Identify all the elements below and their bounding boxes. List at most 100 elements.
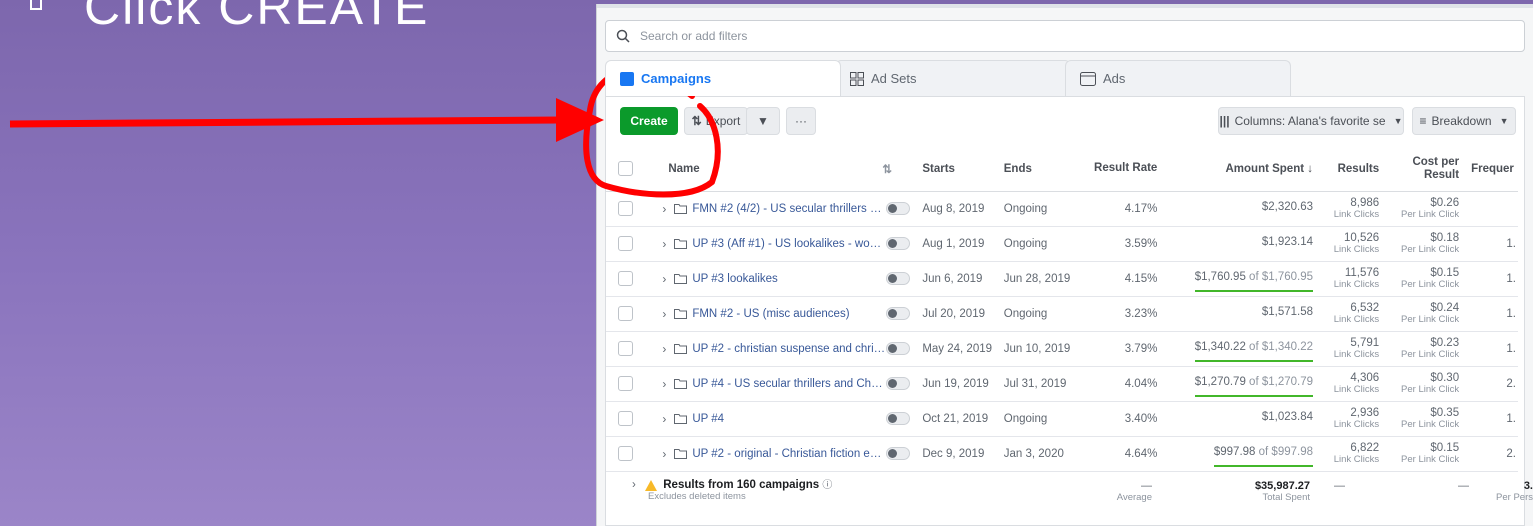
row-checkbox-cell[interactable]	[606, 191, 649, 227]
table-row[interactable]: › UP #4 Oct 21, 2019 Ongoing 3.40% $1,023.84 2…	[606, 401, 1526, 437]
chevron-right-icon[interactable]: ›	[662, 237, 666, 251]
search-bar[interactable]: Search or add filters	[605, 20, 1525, 52]
search-input[interactable]: Search or add filters	[640, 29, 747, 43]
campaign-toggle[interactable]	[886, 412, 911, 425]
row-cost: $0.15	[1430, 267, 1460, 279]
row-checkbox-cell[interactable]	[606, 261, 649, 297]
campaign-name-link[interactable]: UP #4 - US secular thrillers and Christi…	[692, 378, 886, 390]
header-result-rate[interactable]: Result Rate	[1089, 147, 1162, 192]
export-dropdown-button[interactable]: ▼	[746, 107, 780, 135]
row-result-rate: 3.23%	[1089, 296, 1162, 332]
export-button[interactable]: ⇅ Export	[684, 107, 748, 135]
breakdown-button[interactable]: ≡ Breakdown ▼	[1412, 107, 1516, 135]
campaign-toggle[interactable]	[886, 272, 911, 285]
row-cost-unit: Per Link Click	[1401, 384, 1460, 395]
table-row[interactable]: › UP #2 - christian suspense and christi.…	[606, 331, 1526, 367]
campaign-toggle[interactable]	[886, 237, 911, 250]
campaign-toggle[interactable]	[886, 447, 911, 460]
header-starts[interactable]: Starts	[918, 147, 1000, 192]
row-ends: Jan 3, 2020	[999, 436, 1090, 472]
row-starts: Dec 9, 2019	[918, 436, 1000, 472]
row-name-cell[interactable]: › UP #3 lookalikes	[648, 261, 919, 297]
row-checkbox-cell[interactable]	[606, 296, 649, 332]
row-cost: $0.30	[1430, 372, 1460, 384]
chevron-right-icon[interactable]: ›	[662, 412, 666, 426]
row-checkbox[interactable]	[618, 306, 633, 321]
row-cost-unit: Per Link Click	[1401, 349, 1460, 360]
table-row[interactable]: › FMN #2 - US (misc audiences) Jul 20, 201…	[606, 296, 1526, 332]
row-amount-spent: $1,571.58	[1262, 306, 1313, 322]
row-name-cell[interactable]: › UP #2 - original - Christian fiction eb…	[648, 436, 919, 472]
row-checkbox[interactable]	[618, 201, 633, 216]
slide-title-text: Click CREATE	[84, 0, 430, 35]
row-checkbox-cell[interactable]	[606, 226, 649, 262]
row-cost-cell: $0.15 Per Link Click	[1383, 436, 1464, 472]
campaign-name-link[interactable]: FMN #2 - US (misc audiences)	[692, 308, 849, 320]
table-row[interactable]: › UP #2 - original - Christian fiction eb…	[606, 436, 1526, 472]
row-name-cell[interactable]: › UP #2 - christian suspense and christi.…	[648, 331, 919, 367]
tab-ad-sets[interactable]: Ad Sets	[835, 60, 1071, 96]
row-name-cell[interactable]: › FMN #2 - US (misc audiences)	[648, 296, 919, 332]
row-name-cell[interactable]: › UP #3 (Aff #1) - US lookalikes - women	[648, 226, 919, 262]
toolbar: Create ⇅ Export ▼ ··· ||| Columns: Alana's…	[606, 97, 1524, 147]
header-results[interactable]: Results	[1317, 147, 1384, 192]
table-row[interactable]: › FMN #2 (4/2) - US secular thrillers and…	[606, 191, 1526, 227]
row-frequency: 1.	[1463, 226, 1518, 262]
columns-icon: |||	[1219, 114, 1230, 128]
campaign-toggle[interactable]	[886, 307, 911, 320]
chevron-right-icon[interactable]: ›	[662, 272, 666, 286]
table-row[interactable]: › UP #4 - US secular thrillers and Christ…	[606, 366, 1526, 402]
caret-down-icon: ▼	[1499, 116, 1509, 126]
row-amount-spent-cell: $1,340.22 of $1,340.22	[1161, 331, 1318, 367]
campaign-name-link[interactable]: UP #2 - original - Christian fiction ebo…	[692, 448, 886, 460]
more-options-button[interactable]: ···	[786, 107, 816, 135]
header-amount-spent[interactable]: Amount Spent ↓	[1161, 147, 1318, 192]
campaign-name-link[interactable]: UP #3 lookalikes	[692, 273, 777, 285]
row-checkbox-cell[interactable]	[606, 331, 649, 367]
row-checkbox[interactable]	[618, 236, 633, 251]
select-all-checkbox[interactable]	[618, 161, 633, 177]
row-name-cell[interactable]: › FMN #2 (4/2) - US secular thrillers and…	[648, 191, 919, 227]
header-ends[interactable]: Ends	[999, 147, 1090, 192]
chevron-right-icon[interactable]: ›	[662, 342, 666, 356]
row-frequency: 1.	[1463, 331, 1518, 367]
campaign-toggle[interactable]	[886, 342, 911, 355]
row-checkbox-cell[interactable]	[606, 366, 649, 402]
header-frequency[interactable]: Frequer	[1463, 147, 1518, 192]
row-checkbox[interactable]	[618, 271, 633, 286]
row-checkbox[interactable]	[618, 376, 633, 391]
tab-ads[interactable]: Ads	[1065, 60, 1291, 96]
select-all-cell[interactable]	[606, 147, 649, 192]
row-checkbox[interactable]	[618, 411, 633, 426]
row-checkbox-cell[interactable]	[606, 436, 649, 472]
row-name-cell[interactable]: › UP #4	[648, 401, 919, 437]
row-checkbox[interactable]	[618, 446, 633, 461]
campaign-toggle[interactable]	[886, 377, 911, 390]
chevron-right-icon[interactable]: ›	[662, 202, 666, 216]
header-cost-per-result[interactable]: Cost per Result	[1383, 147, 1464, 192]
row-checkbox-cell[interactable]	[606, 401, 649, 437]
row-checkbox[interactable]	[618, 341, 633, 356]
chevron-right-icon[interactable]: ›	[662, 377, 666, 391]
campaign-name-link[interactable]: FMN #2 (4/2) - US secular thrillers and.…	[692, 203, 886, 215]
row-results-unit: Link Clicks	[1333, 279, 1380, 290]
chevron-right-icon[interactable]: ›	[662, 307, 666, 321]
sort-icon[interactable]: ⇅	[878, 147, 919, 192]
campaign-name-link[interactable]: UP #2 - christian suspense and christi..…	[692, 343, 886, 355]
campaign-name-link[interactable]: UP #3 (Aff #1) - US lookalikes - women	[692, 238, 886, 250]
header-name[interactable]: Name	[648, 147, 879, 192]
row-frequency: 1.	[1463, 401, 1518, 437]
row-spent-value: $1,571.58	[1261, 305, 1314, 318]
campaign-toggle[interactable]	[886, 202, 911, 215]
columns-button[interactable]: ||| Columns: Alana's favorite se ▼	[1218, 107, 1404, 135]
tab-campaigns[interactable]: Campaigns	[605, 60, 841, 96]
row-cost-cell: $0.23 Per Link Click	[1383, 331, 1464, 367]
row-cost-unit: Per Link Click	[1401, 244, 1460, 255]
table-row[interactable]: › UP #3 lookalikes Jun 6, 2019 Jun 28, 2019…	[606, 261, 1526, 297]
chevron-right-icon[interactable]: ›	[662, 447, 666, 461]
campaign-name-link[interactable]: UP #4	[692, 413, 724, 425]
create-button[interactable]: Create	[620, 107, 678, 135]
table-row[interactable]: › UP #3 (Aff #1) - US lookalikes - women A…	[606, 226, 1526, 262]
row-name-cell[interactable]: › UP #4 - US secular thrillers and Christ…	[648, 366, 919, 402]
annotation-arrow-shaft	[9, 116, 561, 128]
